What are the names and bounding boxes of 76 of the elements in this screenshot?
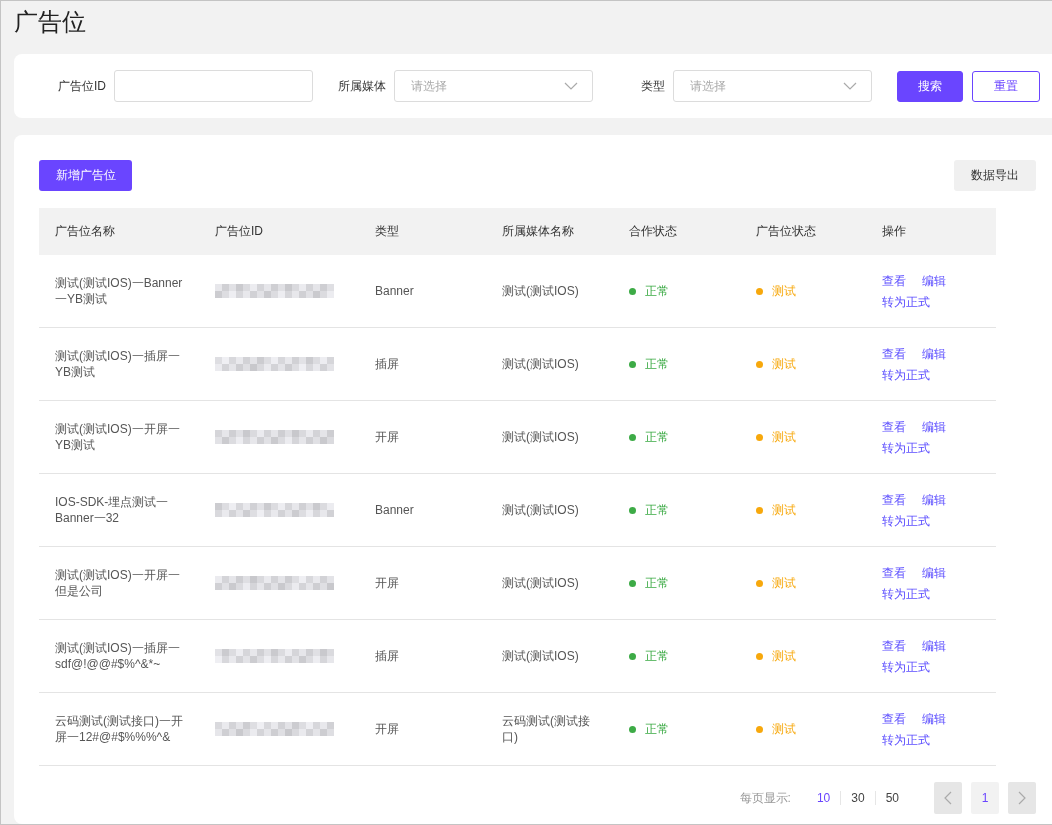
filter-label: 类型 [640,77,665,95]
action-link[interactable]: 编辑 [922,710,946,727]
filter-label: 所属媒体 [337,77,386,95]
table-cell-text: 测试(测试IOS)一开屏一YB测试 [55,421,181,453]
action-link[interactable]: 转为正式 [882,658,930,675]
action-link[interactable]: 查看 [882,418,906,435]
status-text: 测试 [772,429,796,445]
action-link[interactable]: 编辑 [922,491,946,508]
page-size-label: 每页显示: [739,789,791,807]
table-cell: 测试(测试IOS) [502,575,579,591]
action-link[interactable]: 查看 [882,710,906,727]
status-text: 正常 [645,429,669,445]
status-text: 测试 [772,283,796,299]
table-cell-text: 测试(测试IOS)一开屏一但是公司 [55,567,181,599]
page-button[interactable]: 1 [971,782,999,814]
table-cell-text: 云码测试(测试接口) [502,713,591,745]
column-header: 广告位ID [199,208,359,255]
action-link[interactable]: 转为正式 [882,366,930,383]
status-text: 正常 [645,356,669,372]
status-text: 测试 [772,575,796,591]
export-button[interactable]: 数据导出 [954,160,1036,191]
column-header: 类型 [359,208,486,255]
action-link[interactable]: 查看 [882,345,906,362]
table-cell: 测试(测试IOS) [502,283,579,299]
table-cell-text: 云码测试(测试接口)一开屏一12#@#$%%%^& [55,713,184,745]
filter-label: 广告位ID [57,77,106,95]
table-cell: 开屏 [375,429,399,445]
column-header: 广告位状态 [740,208,866,255]
action-link[interactable]: 编辑 [922,272,946,289]
action-link[interactable]: 查看 [882,491,906,508]
action-link[interactable]: 查看 [882,272,906,289]
action-link[interactable]: 转为正式 [882,731,930,748]
status-text: 正常 [645,283,669,299]
status-text: 正常 [645,648,669,664]
status-text: 正常 [645,502,669,518]
status-text: 测试 [772,721,796,737]
table-cell-text: 测试(测试IOS)一插屏一YB测试 [55,348,181,380]
table-cell-text: IOS-SDK-埋点测试一Banner一32 [55,494,170,526]
column-header: 合作状态 [613,208,740,255]
action-link[interactable]: 编辑 [922,345,946,362]
action-link[interactable]: 转为正式 [882,293,930,310]
page-size-option[interactable]: 50 [874,791,909,805]
add-button[interactable]: 新增广告位 [39,160,132,191]
page-size-option[interactable]: 30 [840,791,875,805]
page-title: 广告位 [14,7,87,37]
action-link[interactable]: 转为正式 [882,512,930,529]
table-cell: Banner [375,502,414,518]
reset-button[interactable]: 重置 [972,70,1040,102]
action-link[interactable]: 查看 [882,637,906,654]
table-cell: 测试(测试IOS) [502,429,579,445]
page-size-option[interactable]: 10 [806,791,841,805]
table-cell: 插屏 [375,356,399,372]
column-header: 所属媒体名称 [486,208,613,255]
table-cell: 插屏 [375,648,399,664]
action-link[interactable]: 转为正式 [882,439,930,456]
table-cell: 测试(测试IOS) [502,356,579,372]
action-link[interactable]: 转为正式 [882,585,930,602]
table-cell-text: 测试(测试IOS)一插屏一sdf@!@@#$%^&*~ [55,640,181,672]
table-cell: 开屏 [375,575,399,591]
table-cell: 开屏 [375,721,399,737]
status-text: 测试 [772,648,796,664]
column-header: 广告位名称 [39,208,199,255]
action-link[interactable]: 编辑 [922,564,946,581]
table-cell: 测试(测试IOS) [502,502,579,518]
status-text: 正常 [645,575,669,591]
table-cell: 测试(测试IOS) [502,648,579,664]
status-text: 测试 [772,356,796,372]
action-link[interactable]: 编辑 [922,637,946,654]
action-link[interactable]: 查看 [882,564,906,581]
table-cell-text: 测试(测试IOS)一Banner一YB测试 [55,275,184,307]
status-text: 测试 [772,502,796,518]
column-header: 操作 [866,208,996,255]
status-text: 正常 [645,721,669,737]
action-link[interactable]: 编辑 [922,418,946,435]
table-cell: Banner [375,283,414,299]
search-button[interactable]: 搜索 [897,70,963,102]
